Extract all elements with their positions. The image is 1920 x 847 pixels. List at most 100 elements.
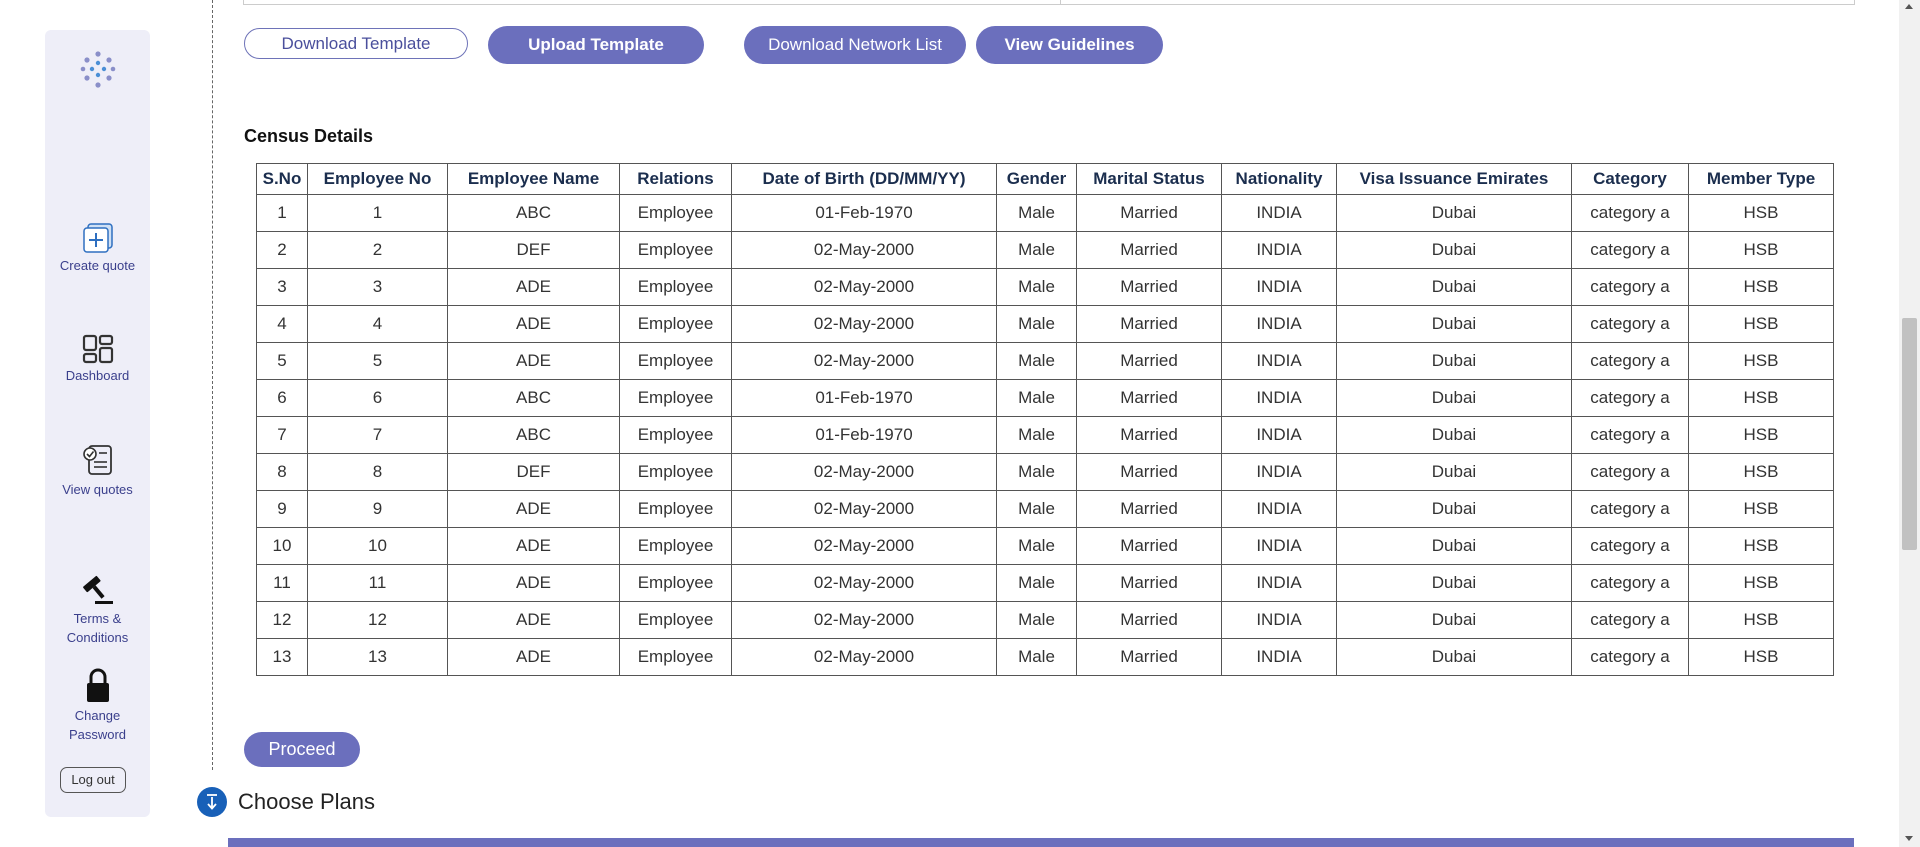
table-cell: Male	[996, 638, 1077, 676]
table-cell: 10	[256, 527, 308, 565]
scrollbar-thumb[interactable]	[1902, 318, 1917, 550]
table-cell: HSB	[1688, 268, 1834, 306]
table-cell: Dubai	[1336, 379, 1572, 417]
column-header: Nationality	[1221, 163, 1337, 195]
table-cell: Dubai	[1336, 231, 1572, 269]
table-cell: Dubai	[1336, 601, 1572, 639]
table-cell: 1	[307, 194, 448, 232]
table-cell: 02-May-2000	[731, 490, 997, 528]
upload-template-button[interactable]: Upload Template	[488, 26, 704, 64]
sidebar-item-terms[interactable]: Terms & Conditions	[45, 575, 150, 647]
table-cell: Male	[996, 527, 1077, 565]
table-cell: INDIA	[1221, 342, 1337, 380]
plans-header-bar	[228, 838, 1854, 847]
sidebar-item-view-quotes[interactable]: View quotes	[45, 444, 150, 499]
table-cell: Employee	[619, 638, 732, 676]
divider	[1060, 0, 1061, 4]
table-cell: ABC	[447, 379, 620, 417]
table-cell: 4	[307, 305, 448, 343]
table-row: 12 12 ADE Employee 02-May-2000 Male Married IND…	[256, 601, 1834, 639]
table-cell: Married	[1076, 453, 1222, 491]
view-guidelines-button[interactable]: View Guidelines	[976, 26, 1163, 64]
table-row: 1 1 ABC Employee 01-Feb-1970 Male Married INDIA…	[256, 194, 1834, 232]
table-cell: 01-Feb-1970	[731, 416, 997, 454]
table-cell: Male	[996, 268, 1077, 306]
table-cell: category a	[1571, 231, 1689, 269]
table-cell: HSB	[1688, 601, 1834, 639]
table-cell: 01-Feb-1970	[731, 379, 997, 417]
column-header: Employee Name	[447, 163, 620, 195]
sidebar-item-change-password[interactable]: Change Password	[45, 668, 150, 744]
column-header: Date of Birth (DD/MM/YY)	[731, 163, 997, 195]
choose-plans-section[interactable]: Choose Plans	[197, 787, 375, 817]
download-network-list-button[interactable]: Download Network List	[744, 26, 966, 64]
table-cell: Married	[1076, 527, 1222, 565]
table-cell: 1	[256, 194, 308, 232]
table-cell: ADE	[447, 527, 620, 565]
column-header: Gender	[996, 163, 1077, 195]
table-cell: Male	[996, 453, 1077, 491]
table-cell: Married	[1076, 268, 1222, 306]
sidebar-item-label: Dashboard	[65, 368, 130, 383]
table-cell: Employee	[619, 416, 732, 454]
table-row: 13 13 ADE Employee 02-May-2000 Male Married IND…	[256, 638, 1834, 676]
sidebar-item-label: Conditions	[66, 630, 129, 645]
table-cell: Dubai	[1336, 194, 1572, 232]
sidebar: Create quote Dashboard View quotes Terms…	[45, 30, 150, 817]
table-cell: 11	[256, 564, 308, 602]
table-cell: category a	[1571, 527, 1689, 565]
table-cell: 3	[307, 268, 448, 306]
table-cell: Employee	[619, 527, 732, 565]
table-row: 6 6 ABC Employee 01-Feb-1970 Male Married INDIA…	[256, 379, 1834, 417]
table-cell: 12	[307, 601, 448, 639]
table-cell: Dubai	[1336, 490, 1572, 528]
table-row: 10 10 ADE Employee 02-May-2000 Male Married IND…	[256, 527, 1834, 565]
table-cell: Male	[996, 231, 1077, 269]
sidebar-item-create-quote[interactable]: Create quote	[45, 222, 150, 275]
table-cell: Dubai	[1336, 305, 1572, 343]
sidebar-item-dashboard[interactable]: Dashboard	[45, 334, 150, 385]
logout-button[interactable]: Log out	[60, 767, 126, 793]
table-cell: Employee	[619, 490, 732, 528]
table-cell: 2	[307, 231, 448, 269]
table-cell: 8	[307, 453, 448, 491]
table-cell: Married	[1076, 305, 1222, 343]
table-cell: Dubai	[1336, 453, 1572, 491]
table-cell: 5	[307, 342, 448, 380]
table-cell: Dubai	[1336, 416, 1572, 454]
table-cell: Male	[996, 564, 1077, 602]
table-cell: 8	[256, 453, 308, 491]
table-cell: Married	[1076, 342, 1222, 380]
table-cell: Male	[996, 305, 1077, 343]
download-arrow-icon	[197, 787, 227, 817]
table-cell: 02-May-2000	[731, 453, 997, 491]
table-header-row: S.No Employee No Employee Name Relations…	[256, 163, 1834, 195]
proceed-button[interactable]: Proceed	[244, 732, 360, 767]
table-cell: HSB	[1688, 379, 1834, 417]
table-cell: INDIA	[1221, 564, 1337, 602]
table-cell: Male	[996, 601, 1077, 639]
table-cell: INDIA	[1221, 379, 1337, 417]
scroll-down-arrow-icon[interactable]	[1905, 836, 1913, 841]
census-table: S.No Employee No Employee Name Relations…	[256, 163, 1834, 676]
table-cell: INDIA	[1221, 305, 1337, 343]
table-cell: 11	[307, 564, 448, 602]
table-row: 2 2 DEF Employee 02-May-2000 Male Married INDIA…	[256, 231, 1834, 269]
table-cell: 13	[307, 638, 448, 676]
column-header: S.No	[256, 163, 308, 195]
table-cell: Male	[996, 342, 1077, 380]
table-cell: 02-May-2000	[731, 564, 997, 602]
table-cell: ADE	[447, 638, 620, 676]
scroll-up-arrow-icon[interactable]	[1905, 4, 1913, 9]
table-cell: Married	[1076, 379, 1222, 417]
table-cell: category a	[1571, 638, 1689, 676]
sidebar-item-label: View quotes	[62, 482, 133, 497]
dashboard-icon	[82, 334, 113, 364]
sidebar-item-label: Terms &	[73, 611, 122, 626]
table-cell: 02-May-2000	[731, 268, 997, 306]
table-row: 4 4 ADE Employee 02-May-2000 Male Married INDIA…	[256, 305, 1834, 343]
download-template-button[interactable]: Download Template	[244, 28, 468, 59]
table-cell: 02-May-2000	[731, 601, 997, 639]
table-cell: Male	[996, 194, 1077, 232]
table-cell: Dubai	[1336, 342, 1572, 380]
